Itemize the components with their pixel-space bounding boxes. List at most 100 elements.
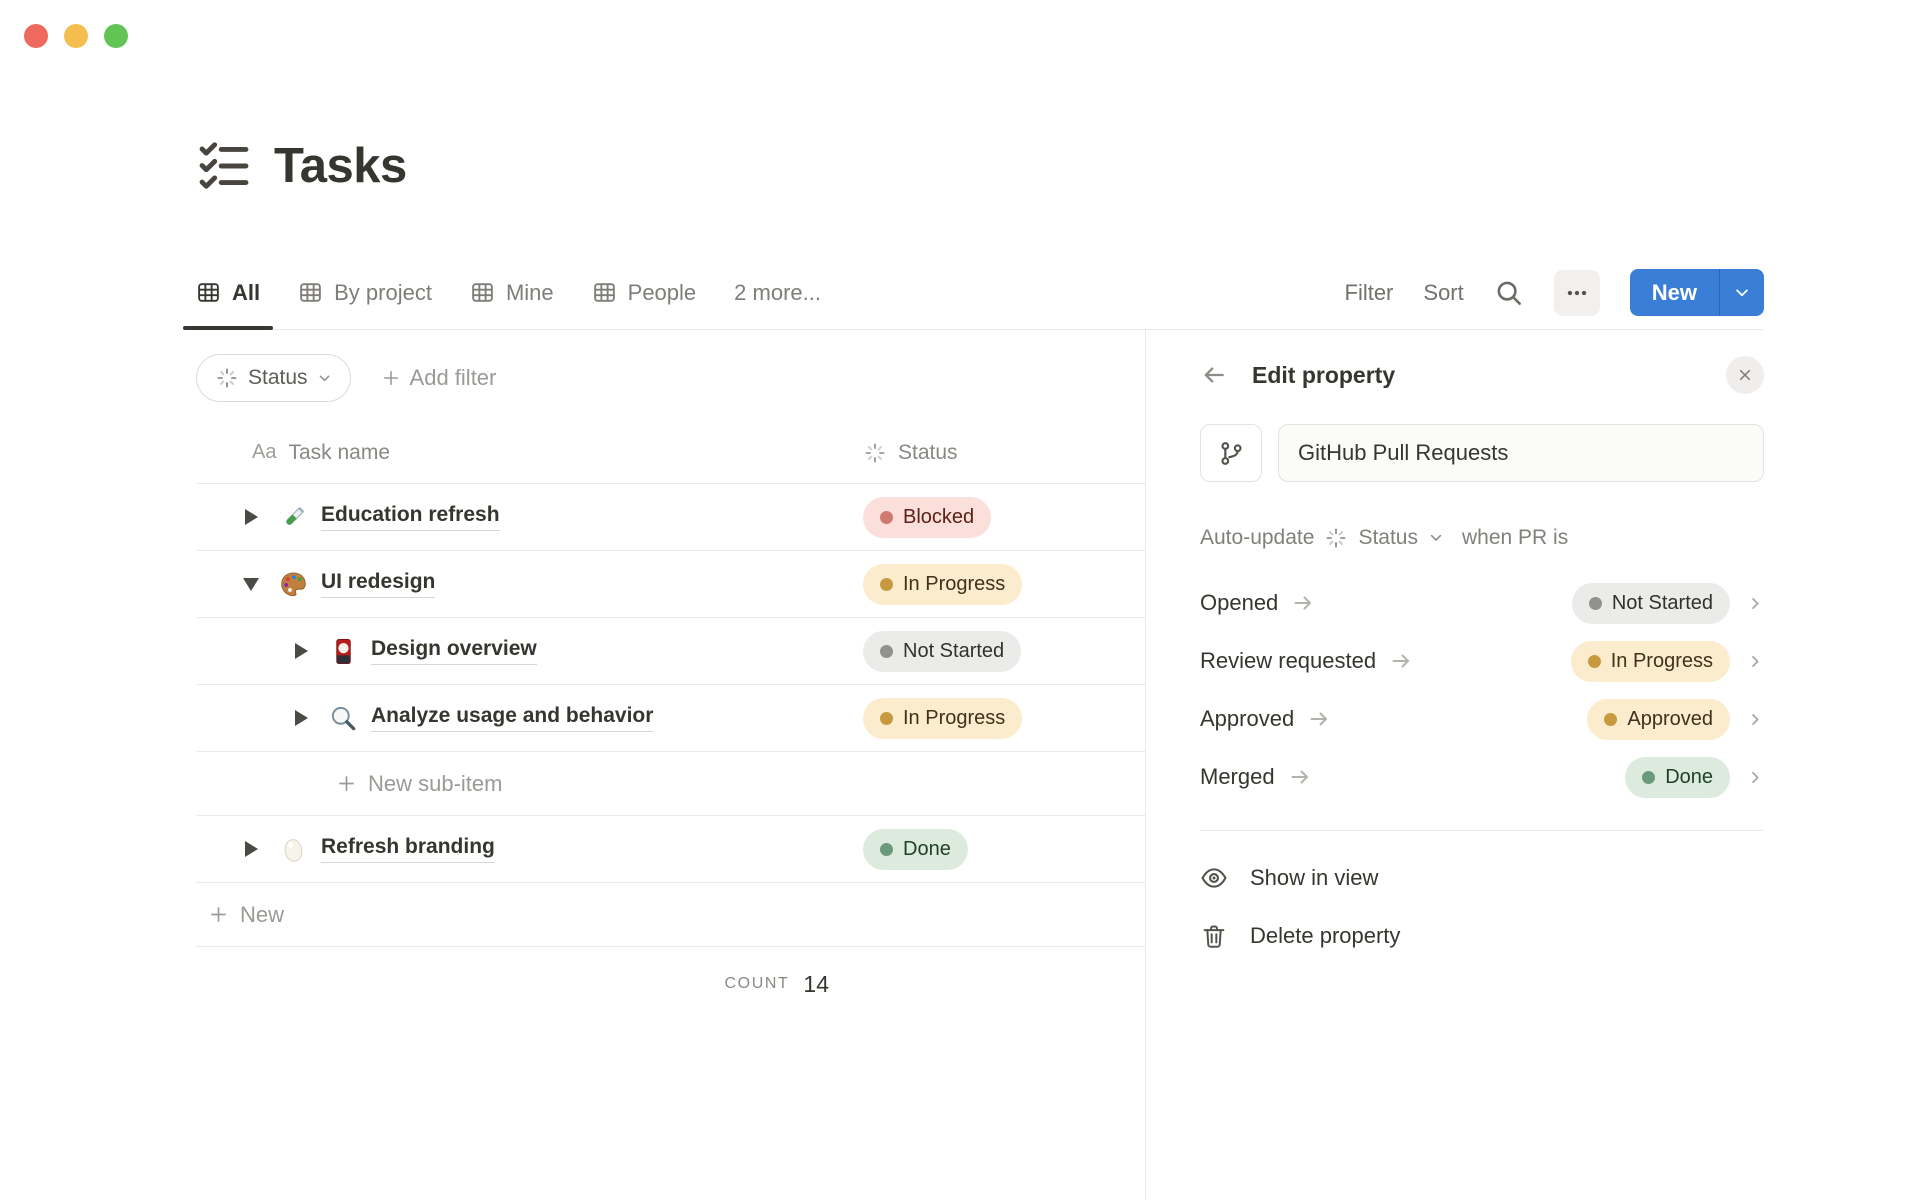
property-name-input[interactable] bbox=[1278, 424, 1764, 482]
chevron-right-icon[interactable] bbox=[1747, 769, 1764, 786]
task-title-link[interactable]: Design overview bbox=[371, 637, 537, 665]
status-spinner-icon bbox=[1324, 526, 1348, 550]
tab-label: 2 more... bbox=[734, 279, 821, 305]
property-icon-button[interactable] bbox=[1200, 424, 1262, 482]
count-label[interactable]: COUNT bbox=[725, 975, 790, 993]
table-row: UI redesign In Progress bbox=[196, 551, 1145, 618]
add-filter-button[interactable]: Add filter bbox=[381, 365, 497, 391]
git-branch-icon bbox=[1218, 440, 1245, 467]
table-row: Education refresh Blocked bbox=[196, 484, 1145, 551]
status-dot-icon bbox=[880, 577, 893, 591]
sort-button[interactable]: Sort bbox=[1423, 280, 1463, 306]
status-dot-icon bbox=[880, 644, 893, 658]
delete-property-button[interactable]: Delete property bbox=[1200, 907, 1764, 965]
status-badge[interactable]: Not Started bbox=[863, 630, 1022, 672]
status-filter-chip[interactable]: Status bbox=[196, 354, 351, 402]
tab-label: People bbox=[627, 279, 697, 305]
status-column-header[interactable]: Status bbox=[898, 441, 958, 465]
new-dropdown-button[interactable] bbox=[1719, 269, 1764, 316]
pr-event-label: Approved bbox=[1200, 706, 1295, 731]
tab-more-views[interactable]: 2 more... bbox=[734, 256, 821, 329]
close-panel-button[interactable] bbox=[1726, 356, 1764, 394]
chevron-down-icon bbox=[1733, 284, 1751, 302]
filter-button[interactable]: Filter bbox=[1345, 280, 1394, 306]
expand-toggle[interactable] bbox=[286, 710, 316, 726]
status-badge[interactable]: Done bbox=[863, 828, 968, 870]
tab-all[interactable]: All bbox=[182, 256, 274, 330]
expand-toggle[interactable] bbox=[236, 509, 266, 525]
view-tab-bar: All By project Mine People 2 more... Fil… bbox=[182, 256, 1764, 330]
new-row-button[interactable]: New bbox=[196, 883, 1145, 947]
chevron-right-icon[interactable] bbox=[1747, 595, 1764, 612]
delete-property-label: Delete property bbox=[1250, 923, 1401, 948]
new-sub-item-button[interactable]: New sub-item bbox=[196, 752, 1145, 816]
ellipsis-icon bbox=[1564, 280, 1590, 306]
property-name-row bbox=[1200, 424, 1764, 482]
add-filter-label: Add filter bbox=[409, 365, 497, 390]
status-badge[interactable]: Approved bbox=[1587, 698, 1730, 740]
status-label: In Progress bbox=[903, 706, 1006, 729]
task-name-column-header[interactable]: Task name bbox=[288, 441, 390, 465]
collapse-toggle[interactable] bbox=[236, 577, 266, 591]
status-dot-icon bbox=[880, 711, 893, 725]
app-window: Tasks All By project Mine People 2 more.… bbox=[0, 0, 1920, 1200]
task-title-link[interactable]: UI redesign bbox=[321, 570, 436, 598]
table-row-subitem: Analyze usage and behavior In Progress bbox=[196, 685, 1145, 752]
plus-icon bbox=[381, 368, 401, 388]
search-icon[interactable] bbox=[1494, 278, 1524, 308]
status-label: In Progress bbox=[1610, 649, 1713, 672]
status-label: Done bbox=[1665, 765, 1713, 788]
auto-update-row: Auto-update Status when PR is bbox=[1200, 526, 1764, 550]
tab-people[interactable]: People bbox=[592, 256, 697, 329]
tab-by-project[interactable]: By project bbox=[298, 256, 432, 329]
auto-update-prefix: Auto-update bbox=[1200, 526, 1315, 549]
chevron-down-icon bbox=[317, 371, 332, 386]
expand-toggle[interactable] bbox=[236, 841, 266, 857]
egg-icon bbox=[278, 834, 309, 865]
status-badge[interactable]: In Progress bbox=[1570, 640, 1730, 682]
count-value: 14 bbox=[803, 970, 829, 997]
new-button[interactable]: New bbox=[1629, 269, 1719, 316]
back-arrow-icon[interactable] bbox=[1200, 361, 1228, 389]
status-badge[interactable]: Blocked bbox=[863, 496, 992, 538]
status-label: Approved bbox=[1627, 707, 1713, 730]
plus-icon bbox=[336, 773, 357, 794]
page-title: Tasks bbox=[274, 139, 407, 193]
table-view-icon bbox=[196, 280, 221, 305]
table-row-subitem: Design overview Not Started bbox=[196, 618, 1145, 685]
status-label: In Progress bbox=[903, 572, 1006, 595]
task-title-link[interactable]: Education refresh bbox=[321, 503, 500, 531]
status-badge[interactable]: In Progress bbox=[863, 563, 1023, 605]
minimize-window-button[interactable] bbox=[64, 24, 88, 48]
new-button-group: New bbox=[1629, 269, 1764, 316]
magnifier-icon bbox=[328, 703, 359, 734]
status-badge[interactable]: In Progress bbox=[863, 697, 1023, 739]
show-in-view-button[interactable]: Show in view bbox=[1200, 849, 1764, 907]
pr-event-label: Merged bbox=[1200, 764, 1275, 789]
status-spinner-icon bbox=[215, 366, 239, 390]
status-dot-icon bbox=[1588, 596, 1602, 610]
task-title-link[interactable]: Refresh branding bbox=[321, 835, 495, 863]
chevron-down-icon[interactable] bbox=[1428, 530, 1444, 546]
expand-toggle[interactable] bbox=[286, 643, 316, 659]
edit-property-panel: Edit property Auto-update Status when PR… bbox=[1146, 330, 1764, 1200]
more-options-button[interactable] bbox=[1553, 269, 1600, 316]
status-badge[interactable]: Done bbox=[1625, 756, 1730, 798]
window-controls bbox=[24, 24, 128, 48]
auto-update-suffix: when PR is bbox=[1461, 526, 1569, 549]
status-badge[interactable]: Not Started bbox=[1571, 582, 1730, 624]
close-window-button[interactable] bbox=[24, 24, 48, 48]
pr-event-label: Opened bbox=[1200, 590, 1279, 615]
task-title-link[interactable]: Analyze usage and behavior bbox=[371, 704, 654, 732]
chevron-right-icon[interactable] bbox=[1747, 653, 1764, 670]
status-dot-icon bbox=[1642, 770, 1656, 784]
plus-icon bbox=[208, 904, 229, 925]
mapping-row-merged: Merged Done bbox=[1200, 748, 1764, 806]
chevron-right-icon[interactable] bbox=[1747, 711, 1764, 728]
table-footer: COUNT 14 bbox=[196, 947, 863, 1021]
auto-update-property-select[interactable]: Status bbox=[1358, 526, 1418, 550]
eye-icon bbox=[1200, 864, 1228, 892]
zoom-window-button[interactable] bbox=[104, 24, 128, 48]
tab-mine[interactable]: Mine bbox=[470, 256, 554, 329]
checklist-icon bbox=[196, 138, 252, 194]
